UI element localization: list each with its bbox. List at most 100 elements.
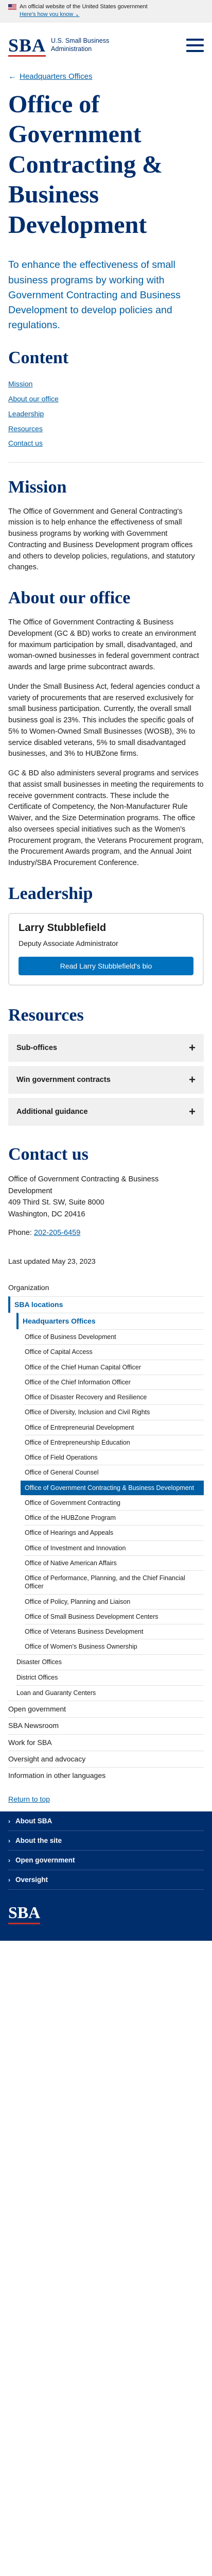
footer-row-label: Open government (15, 1856, 75, 1865)
logo-mark: SBA (8, 35, 46, 57)
footer-logo[interactable]: SBA (8, 1890, 204, 1941)
resources-heading: Resources (8, 1005, 84, 1025)
sidenav-office-item[interactable]: Office of Disaster Recovery and Resilien… (25, 1389, 204, 1404)
sidenav-office-item[interactable]: Office of Diversity, Inclusion and Civil… (25, 1404, 204, 1419)
sidenav-office-item[interactable]: Office of the HUBZone Program (25, 1510, 204, 1525)
toc-contact-link[interactable]: Contact us (8, 439, 43, 447)
agency-name: U.S. Small Business Administration (51, 37, 109, 53)
sba-logo[interactable]: SBA U.S. Small Business Administration (8, 35, 109, 57)
banner-text: An official website of the United States… (20, 4, 148, 10)
sidenav-top-item[interactable]: SBA Newsroom (8, 1717, 204, 1734)
accordion-additional-guidance[interactable]: Additional guidance + (8, 1098, 204, 1126)
heres-how-you-know-link[interactable]: Here's how you know (20, 11, 73, 18)
toc-leadership-link[interactable]: Leadership (8, 410, 44, 418)
footer-about-site[interactable]: › About the site (8, 1831, 204, 1851)
sidenav-headquarters-offices[interactable]: Headquarters Offices (16, 1312, 204, 1330)
plus-icon: + (189, 1105, 196, 1118)
footer-row-label: Oversight (15, 1876, 48, 1884)
resources-accordion: Sub-offices + Win government contracts +… (8, 1034, 204, 1126)
toc-resources-link[interactable]: Resources (8, 425, 43, 433)
sidenav-organization[interactable]: Organization (8, 1280, 204, 1296)
sidenav-office-item[interactable]: Office of Business Development (25, 1329, 204, 1344)
read-bio-button[interactable]: Read Larry Stubblefield's bio (19, 956, 193, 975)
divider (8, 462, 204, 463)
contact-block: Office of Government Contracting & Busin… (8, 1174, 204, 1239)
sidenav-office-item[interactable]: Office of Government Contracting (25, 1495, 204, 1510)
sidenav-office-item[interactable]: Office of Veterans Business Development (25, 1624, 204, 1639)
main-content: ← Headquarters Offices Office of Governm… (0, 72, 212, 1803)
arrow-left-icon: ← (8, 72, 16, 81)
sidenav-level2: Headquarters Offices Office of Business … (8, 1312, 204, 1701)
sidenav-office-item[interactable]: Office of Field Operations (25, 1450, 204, 1465)
return-to-top-link[interactable]: Return to top (8, 1795, 50, 1803)
us-flag-icon (8, 4, 16, 10)
contact-city: Washington, DC 20416 (8, 1210, 85, 1218)
footer-open-government[interactable]: › Open government (8, 1851, 204, 1871)
sidenav-office-item[interactable]: Office of Hearings and Appeals (25, 1525, 204, 1540)
sidenav-office-item[interactable]: Office of Performance, Planning, and the… (25, 1570, 204, 1594)
sidenav-office-item[interactable]: Office of Women's Business Ownership (25, 1639, 204, 1654)
leader-role: Deputy Associate Administrator (19, 939, 118, 947)
sidenav-office-item[interactable]: Office of Small Business Development Cen… (25, 1608, 204, 1624)
phone-link[interactable]: 202-205-6459 (34, 1229, 80, 1237)
mission-text: The Office of Government and General Con… (8, 507, 195, 572)
toc-mission-link[interactable]: Mission (8, 380, 32, 388)
leader-name: Larry Stubblefield (19, 922, 107, 934)
sidenav-location-item[interactable]: Disaster Offices (16, 1654, 204, 1670)
page-title: Office of Government Contracting & Busin… (8, 90, 163, 239)
sidenav-office-item[interactable]: Office of Investment and Innovation (25, 1540, 204, 1555)
accordion-sub-offices[interactable]: Sub-offices + (8, 1034, 204, 1062)
about-paragraph-1: The Office of Government Contracting & B… (8, 618, 199, 671)
sidenav-top-item[interactable]: Information in other languages (8, 1767, 204, 1784)
sidenav-office-list: Office of Business Development Office of … (16, 1329, 204, 1654)
contact-phone-row: Phone: 202-205-6459 (8, 1227, 204, 1239)
sidenav-office-item[interactable]: Office of Native American Affairs (25, 1555, 204, 1570)
about-paragraph-2: Under the Small Business Act, federal ag… (8, 682, 200, 758)
about-heading: About our office (8, 588, 131, 608)
phone-label: Phone: (8, 1229, 32, 1238)
last-updated: Last updated May 23, 2023 (8, 1257, 96, 1266)
footer-row-label: About the site (15, 1837, 62, 1845)
sidenav-sba-locations[interactable]: SBA locations (8, 1296, 204, 1313)
about-paragraph-3: GC & BD also administers several program… (8, 769, 204, 867)
breadcrumb: ← Headquarters Offices (8, 72, 204, 81)
footer-row-label: About SBA (15, 1817, 52, 1825)
chevron-right-icon: › (8, 1876, 10, 1884)
back-to-headquarters-link[interactable]: Headquarters Offices (20, 72, 92, 81)
leader-card: Larry Stubblefield Deputy Associate Admi… (8, 912, 204, 986)
gov-banner: An official website of the United States… (0, 0, 212, 23)
page-lead: To enhance the effectiveness of small bu… (8, 259, 181, 331)
sidenav-after-hq: Disaster Offices District Offices Loan and… (16, 1654, 204, 1701)
sidenav-location-item[interactable]: District Offices (16, 1669, 204, 1685)
hamburger-menu-icon[interactable] (186, 38, 204, 52)
accordion-win-contracts[interactable]: Win government contracts + (8, 1066, 204, 1094)
plus-icon: + (189, 1073, 196, 1087)
accordion-label: Sub-offices (16, 1044, 57, 1053)
contact-org: Office of Government Contracting & Busin… (8, 1175, 159, 1195)
sidenav-top-item[interactable]: Open government (8, 1701, 204, 1717)
sidenav-office-item[interactable]: Office of General Counsel (25, 1465, 204, 1480)
sidenav-top-item[interactable]: Oversight and advocacy (8, 1750, 204, 1767)
contact-street: 409 Third St. SW, Suite 8000 (8, 1198, 104, 1207)
sidenav-office-item[interactable]: Office of Policy, Planning and Liaison (25, 1594, 204, 1609)
footer-oversight[interactable]: › Oversight (8, 1870, 204, 1890)
sidenav-office-item[interactable]: Office of the Chief Human Capital Office… (25, 1359, 204, 1375)
table-of-contents: Mission About our office Leadership Reso… (8, 377, 204, 450)
toc-about-link[interactable]: About our office (8, 395, 59, 403)
sidenav-office-item[interactable]: Office of Government Contracting & Busin… (21, 1480, 204, 1495)
sidenav-top-level: Open government SBA Newsroom Work for SBA O… (8, 1701, 204, 1784)
sidenav-location-item[interactable]: Loan and Guaranty Centers (16, 1685, 204, 1701)
footer-about-sba[interactable]: › About SBA (8, 1811, 204, 1832)
sidenav-office-item[interactable]: Office of Capital Access (25, 1344, 204, 1359)
sidenav-office-item[interactable]: Office of Entrepreneurial Development (25, 1419, 204, 1435)
sidenav-office-item[interactable]: Office of Entrepreneurship Education (25, 1434, 204, 1450)
leadership-heading: Leadership (8, 884, 93, 903)
site-footer: › About SBA › About the site › Open gove… (0, 1811, 212, 1941)
chevron-right-icon: › (8, 1817, 10, 1825)
site-header: SBA U.S. Small Business Administration (0, 23, 212, 65)
content-heading: Content (8, 348, 69, 367)
sidenav-office-item[interactable]: Office of the Chief Information Officer (25, 1374, 204, 1389)
chevron-right-icon: › (8, 1837, 10, 1844)
sidenav-top-item[interactable]: Work for SBA (8, 1734, 204, 1751)
contact-heading: Contact us (8, 1145, 89, 1164)
